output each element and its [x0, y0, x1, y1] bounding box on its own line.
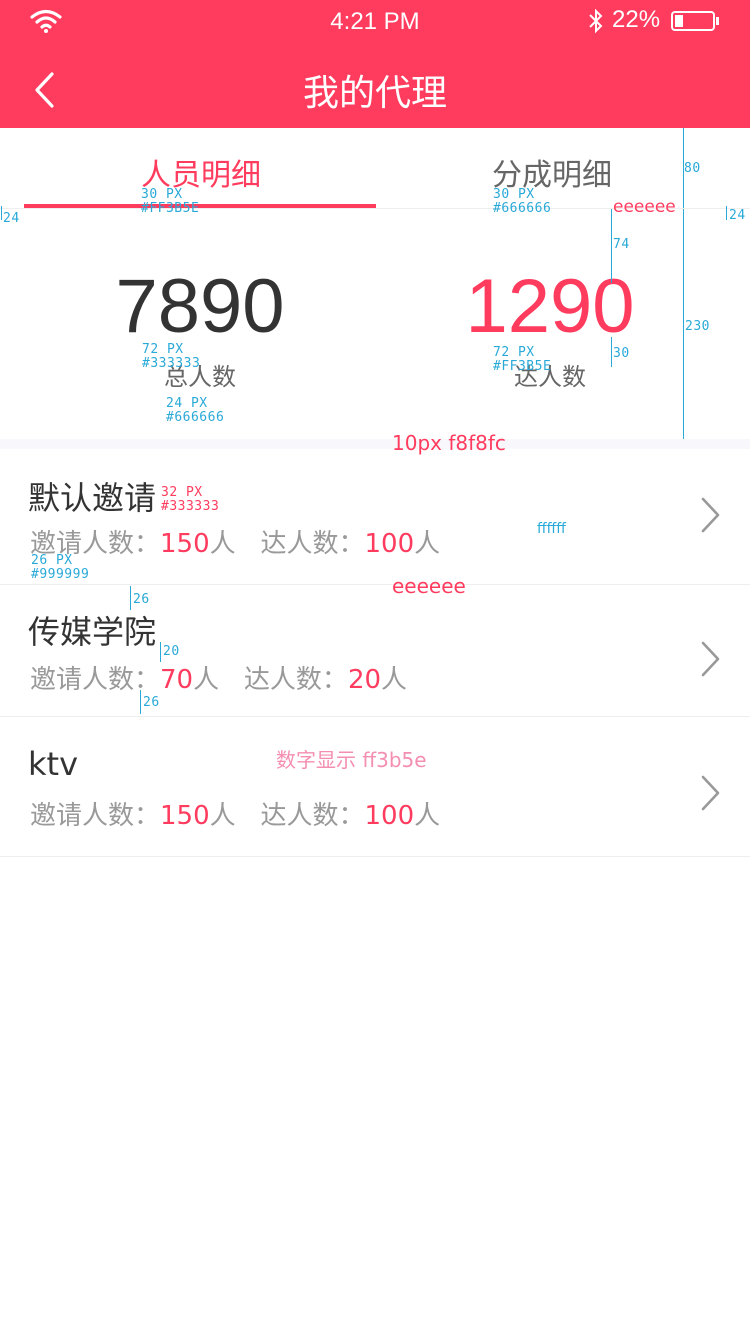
expert-count: 100 [364, 529, 415, 559]
spec-stats-height: 230 [685, 319, 710, 334]
spec-sub-size: 26 PX [31, 553, 73, 568]
invite-unit: 人 [209, 801, 236, 831]
spec-sub-color: #999999 [31, 567, 90, 582]
battery-icon [671, 11, 719, 31]
invite-count: 150 [160, 801, 210, 831]
spec-label-size: 24 PX [166, 396, 208, 411]
chevron-right-icon [701, 641, 720, 677]
spec-title-color: #333333 [161, 499, 220, 514]
spec-tab-height: 80 [684, 161, 701, 176]
spec-margin-right: 24 [729, 208, 746, 223]
list-item-title: 默认邀请 [28, 479, 157, 517]
bluetooth-icon [589, 8, 603, 34]
spec-line [130, 586, 131, 610]
total-count-value: 7890 [115, 264, 285, 349]
spec-label-color: #666666 [166, 410, 225, 425]
stats-panel: 7890 1290 总人数 达人数 [0, 209, 750, 439]
expert-unit: 人 [414, 801, 441, 831]
expert-count-value: 1290 [465, 264, 635, 349]
spec-number-size: 72 PX [142, 342, 184, 357]
spec-number-note: 数字显示 ff3b5e [276, 748, 427, 772]
battery-percent: 22% [612, 6, 661, 33]
spec-number-gap: 30 [613, 346, 630, 361]
spec-number-color-2: #FF3B5E [493, 359, 552, 374]
spec-number-top: 74 [613, 237, 630, 252]
list-item-stats: 邀请人数：150人 达人数：100人 [30, 795, 440, 832]
invite-unit: 人 [193, 665, 220, 695]
spec-sub-bottom: 26 [143, 695, 160, 710]
spec-line [1, 206, 2, 220]
invite-count: 70 [160, 665, 194, 695]
top-bar: 4:21 PM 22% 我的代理 [0, 0, 750, 128]
spec-line [726, 206, 727, 220]
chevron-right-icon [701, 775, 720, 811]
spec-title-top: 26 [133, 592, 150, 607]
spec-line [611, 209, 612, 283]
tab-bar: 人员明细 分成明细 [0, 128, 750, 208]
spec-line [140, 690, 141, 714]
expert-unit: 人 [414, 529, 441, 559]
spec-band: 10px f8f8fc [392, 431, 506, 455]
spec-tab-size: 30 PX [141, 187, 183, 202]
spec-title-size: 32 PX [161, 485, 203, 500]
list-item[interactable]: 传媒学院 邀请人数：70人 达人数：20人 [0, 585, 750, 717]
spec-line [683, 209, 684, 439]
list-item-stats: 邀请人数：70人 达人数：20人 [30, 659, 407, 696]
list-item[interactable]: ktv 邀请人数：150人 达人数：100人 [0, 717, 750, 857]
list-item-title: 传媒学院 [28, 613, 157, 651]
spec-number-color: #333333 [142, 356, 201, 371]
expert-label: 达人数： [243, 665, 348, 695]
spec-row-divider: eeeeee [392, 574, 466, 598]
page-title: 我的代理 [302, 73, 447, 114]
invite-count: 150 [160, 529, 210, 559]
invite-label: 邀请人数： [30, 801, 161, 831]
list-item[interactable]: 默认邀请 邀请人数：150人 达人数：100人 [0, 449, 750, 585]
spec-divider-color: eeeeee [613, 197, 676, 217]
spec-line [611, 337, 612, 367]
expert-count: 100 [364, 801, 415, 831]
spec-line [160, 642, 161, 662]
status-bar: 4:21 PM 22% [0, 0, 750, 44]
list-item-title: ktv [28, 745, 79, 783]
expert-label: 达人数： [260, 801, 365, 831]
spec-row-bg: ffffff [537, 521, 566, 537]
spec-tab-active-color: #FF3B5E [141, 201, 200, 216]
chevron-right-icon [701, 497, 720, 533]
spec-tab-inactive-color: #666666 [493, 201, 552, 216]
invite-unit: 人 [209, 529, 236, 559]
list-item-stats: 邀请人数：150人 达人数：100人 [30, 523, 440, 560]
spec-number-size-2: 72 PX [493, 345, 535, 360]
expert-count: 20 [347, 665, 382, 695]
spec-margin-left: 24 [3, 211, 20, 226]
expert-label: 达人数： [260, 529, 365, 559]
spec-tab-size-2: 30 PX [493, 187, 535, 202]
section-gap [0, 439, 750, 449]
expert-unit: 人 [381, 665, 408, 695]
spec-title-gap: 20 [163, 644, 180, 659]
